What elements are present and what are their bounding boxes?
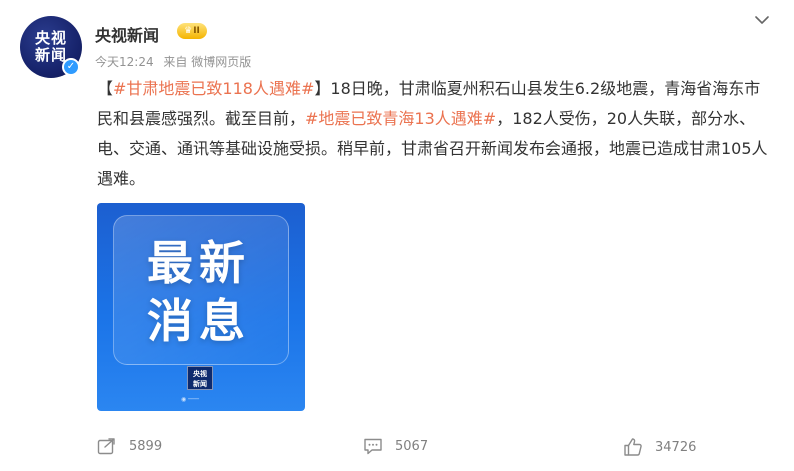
image-headline-line2: 消息 xyxy=(147,294,251,348)
level-badge[interactable]: ♛ II xyxy=(177,23,207,39)
topic-link-qinghai[interactable]: #地震已致青海13人遇难# xyxy=(305,109,496,128)
avatar[interactable]: 央视 新闻 ✓ xyxy=(20,16,82,78)
chevron-down-icon[interactable] xyxy=(754,12,770,28)
author-name[interactable]: 央视新闻 xyxy=(95,22,159,46)
avatar-text-line2: 新闻 xyxy=(34,46,67,64)
like-button[interactable]: 34726 xyxy=(623,437,696,457)
comment-count: 5067 xyxy=(395,438,429,454)
verified-badge-icon: ✓ xyxy=(62,58,80,76)
post-text: 【#甘肃地震已致118人遇难#】18日晚，甘肃临夏州积石山县发生6.2级地震，青… xyxy=(97,74,772,194)
share-count: 5899 xyxy=(129,438,163,454)
avatar-text-line1: 央视 xyxy=(34,29,67,47)
topic-bracket-open: 【 xyxy=(97,79,114,98)
post-image[interactable]: 最新 消息 央视 新闻 ◉ ─── xyxy=(97,203,305,411)
logo-text-line1: 央视 xyxy=(193,370,207,378)
share-button[interactable]: 5899 xyxy=(97,437,162,455)
level-badge-text: II xyxy=(193,26,200,36)
post-source[interactable]: 来自 微博网页版 xyxy=(163,55,251,69)
watermark-icon: ◉ ─── xyxy=(181,396,199,403)
post-time[interactable]: 今天12:24 xyxy=(95,55,154,69)
post-meta: 今天12:24 来自 微博网页版 xyxy=(95,53,257,70)
cctv-news-logo: 央视 新闻 xyxy=(187,366,213,390)
topic-link-gansu[interactable]: #甘肃地震已致118人遇难# xyxy=(113,79,314,98)
like-count: 34726 xyxy=(655,439,697,455)
comment-button[interactable]: 5067 xyxy=(363,437,428,455)
image-headline-line1: 最新 xyxy=(147,236,251,290)
thumbs-up-icon xyxy=(624,438,642,456)
action-bar: 5899 5067 34726 xyxy=(0,431,794,471)
logo-text-line2: 新闻 xyxy=(193,380,207,388)
share-icon xyxy=(97,438,115,455)
comment-icon xyxy=(364,438,382,455)
crown-icon: ♛ xyxy=(184,26,193,36)
topic-bracket-close: 】 xyxy=(314,79,331,98)
weibo-post-card: 央视 新闻 ✓ 央视新闻 ♛ II 今天12:24 来自 微博网页版 【#甘肃地… xyxy=(0,0,794,471)
